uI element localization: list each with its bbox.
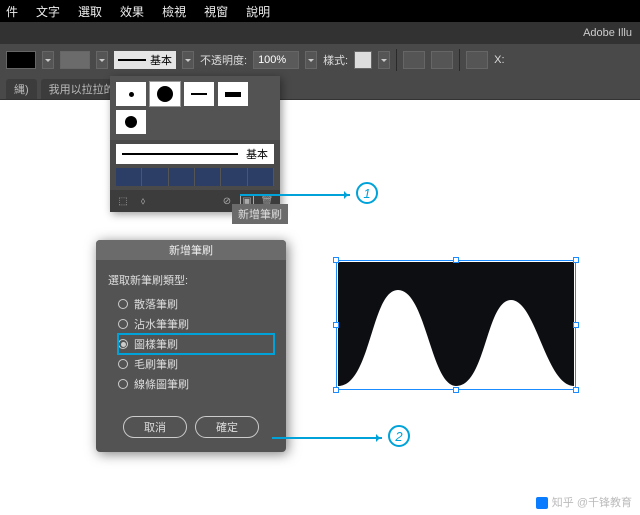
callout-arrow-1 xyxy=(240,194,350,196)
transform-icon[interactable] xyxy=(431,51,453,69)
tooltip: 新增筆刷 xyxy=(232,204,288,224)
library-icon[interactable]: ⬚ xyxy=(116,194,130,208)
mac-menubar: 件 文字 選取 效果 檢視 視窗 說明 xyxy=(0,0,640,22)
options-icon[interactable]: ⬨ xyxy=(136,194,150,208)
opacity-field[interactable]: 100% xyxy=(253,51,299,69)
cancel-button[interactable]: 取消 xyxy=(123,416,187,438)
style-label: 樣式: xyxy=(323,52,348,68)
dialog-prompt: 選取新筆刷類型: xyxy=(108,272,274,288)
brush-pattern-row[interactable] xyxy=(116,168,274,186)
opacity-label: 不透明度: xyxy=(200,52,247,68)
divider xyxy=(459,49,460,71)
fill-swatch[interactable] xyxy=(6,51,36,69)
stroke-dropdown[interactable] xyxy=(96,51,108,69)
callout-badge-1: 1 xyxy=(356,182,378,204)
divider xyxy=(396,49,397,71)
watermark: 知乎 @千锋教育 xyxy=(536,494,632,510)
opacity-dropdown[interactable] xyxy=(305,51,317,69)
style-swatch[interactable] xyxy=(354,51,372,69)
app-titlebar: Adobe Illu xyxy=(0,22,640,44)
align-icon[interactable] xyxy=(403,51,425,69)
dialog-title: 新增筆刷 xyxy=(96,240,286,260)
handle[interactable] xyxy=(573,322,579,328)
document-tabbar: 縄) 我用以拉拉的... xyxy=(0,76,640,100)
control-bar: 基本 不透明度: 100% 樣式: X: xyxy=(0,44,640,76)
radio-art-brush[interactable]: 線條圖筆刷 xyxy=(118,374,274,394)
ok-button[interactable]: 確定 xyxy=(195,416,259,438)
radio-bristle-brush[interactable]: 毛刷筆刷 xyxy=(118,354,274,374)
brush-thumb[interactable] xyxy=(150,82,180,106)
radio-scatter-brush[interactable]: 散落筆刷 xyxy=(118,294,274,314)
handle[interactable] xyxy=(453,257,459,263)
shape-icon[interactable] xyxy=(466,51,488,69)
handle[interactable] xyxy=(573,387,579,393)
menu-select[interactable]: 選取 xyxy=(78,3,102,20)
handle[interactable] xyxy=(453,387,459,393)
stroke-swatch[interactable] xyxy=(60,51,90,69)
x-label: X: xyxy=(494,54,504,66)
brush-preset[interactable]: 基本 xyxy=(114,51,176,69)
fill-dropdown[interactable] xyxy=(42,51,54,69)
menu-type[interactable]: 文字 xyxy=(36,3,60,20)
menu-effect[interactable]: 效果 xyxy=(120,3,144,20)
brush-thumb[interactable] xyxy=(184,82,214,106)
radio-calligraphic-brush[interactable]: 沾水筆筆刷 xyxy=(118,314,274,334)
app-title: Adobe Illu xyxy=(583,27,632,39)
radio-pattern-brush[interactable]: 圖樣筆刷 xyxy=(118,334,274,354)
brushes-panel: 基本 ⬚ ⬨ ⊘ ▣ 🗑 xyxy=(110,76,280,212)
style-dropdown[interactable] xyxy=(378,51,390,69)
callout-arrow-2 xyxy=(272,437,382,439)
menu-file[interactable]: 件 xyxy=(6,3,18,20)
menu-window[interactable]: 視窗 xyxy=(204,3,228,20)
handle[interactable] xyxy=(333,322,339,328)
zhihu-logo-icon xyxy=(536,497,548,509)
brush-thumb[interactable] xyxy=(218,82,248,106)
callout-badge-2: 2 xyxy=(388,425,410,447)
brush-thumb[interactable] xyxy=(116,82,146,106)
brush-grid xyxy=(110,76,280,140)
handle[interactable] xyxy=(333,387,339,393)
bounding-box xyxy=(336,260,576,390)
brush-dropdown[interactable] xyxy=(182,51,194,69)
menu-view[interactable]: 檢視 xyxy=(162,3,186,20)
brush-basic-row[interactable]: 基本 xyxy=(116,144,274,164)
menu-help[interactable]: 說明 xyxy=(246,3,270,20)
handle[interactable] xyxy=(333,257,339,263)
handle[interactable] xyxy=(573,257,579,263)
document-tab[interactable]: 縄) xyxy=(6,79,37,99)
brush-thumb[interactable] xyxy=(116,110,146,134)
new-brush-dialog: 新增筆刷 選取新筆刷類型: 散落筆刷 沾水筆筆刷 圖樣筆刷 毛刷筆刷 線條圖筆刷… xyxy=(96,240,286,452)
selected-art[interactable] xyxy=(336,260,576,390)
